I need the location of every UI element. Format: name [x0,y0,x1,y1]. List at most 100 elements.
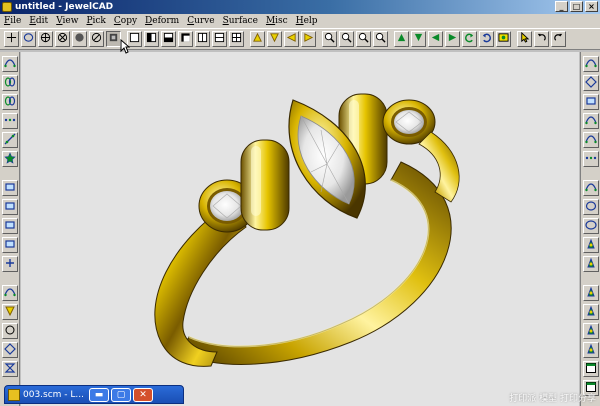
arrow-left-green-button[interactable] [428,31,443,47]
redo-icon [553,32,564,46]
split-horizontal-button[interactable] [212,31,227,47]
shape-d-tool[interactable] [583,304,599,320]
window-tool[interactable] [583,361,599,377]
circle-tool[interactable] [583,199,599,215]
menu-help[interactable]: Help [292,16,322,26]
minimized-close-button[interactable]: ✕ [133,387,153,402]
star-tool-tool[interactable] [2,151,18,167]
shape-b-tool[interactable] [583,256,599,272]
zoom-in-button[interactable] [322,31,337,47]
watermark: 打印派 模型 打印分享 [509,394,596,404]
close-button[interactable]: × [585,1,598,12]
wave-tool[interactable] [583,56,599,72]
rect-wide-icon [4,219,16,234]
hourglass-tool[interactable] [2,361,18,377]
bezier-tool[interactable] [583,113,599,129]
dots-tool-tool[interactable] [2,113,18,129]
menu-misc[interactable]: Misc [262,16,292,26]
slashed-circle-icon [91,32,102,46]
diamond-tool[interactable] [2,342,18,358]
triangle-up-green-button[interactable] [394,31,409,47]
shape-e-icon [585,324,597,339]
rotate-left-button[interactable] [462,31,477,47]
view-half-button[interactable] [144,31,159,47]
triangle-down-green-button[interactable] [411,31,426,47]
split-vertical-button[interactable] [195,31,210,47]
rect-wide-tool[interactable] [2,218,18,234]
ellipse-tool[interactable] [583,218,599,234]
menu-edit[interactable]: Edit [25,16,52,26]
shape-a-tool[interactable] [583,237,599,253]
curve-arc-icon [585,133,597,148]
minimized-document-window[interactable]: 003.scm - L... ▬ ▢ ✕ [4,385,184,404]
triangle-up-green-icon [396,32,407,46]
arc-tool[interactable] [2,285,18,301]
menu-deform[interactable]: Deform [141,16,183,26]
arc-icon [4,286,16,301]
view-corner-button[interactable] [178,31,193,47]
curve-diamond-icon [585,75,597,91]
split-horizontal-icon [214,32,225,46]
circle-button[interactable] [21,31,36,47]
dotted-line-tool[interactable] [583,151,599,167]
maximize-button[interactable]: □ [570,1,583,12]
curve-arc-tool[interactable] [583,132,599,148]
curve-diamond-tool[interactable] [583,75,599,91]
square-dots-icon [585,95,597,110]
rotate-right-button[interactable] [479,31,494,47]
slashed-circle-button[interactable] [89,31,104,47]
crosshair-button[interactable] [4,31,19,47]
shape-f-tool[interactable] [583,342,599,358]
minimize-button[interactable]: _ [555,1,568,12]
triangle-up-icon [252,32,263,46]
arrow-right-green-button[interactable] [445,31,460,47]
triangle-down-tool[interactable] [2,304,18,320]
grid-button[interactable] [229,31,244,47]
arrow-left-green-icon [430,32,441,46]
squiggle-tool[interactable] [583,180,599,196]
menu-copy[interactable]: Copy [110,16,141,26]
menu-file[interactable]: File [0,16,25,26]
3d-viewport[interactable] [21,52,579,406]
menu-view[interactable]: View [52,16,82,26]
arrow-right-button[interactable] [301,31,316,47]
triangle-up-button[interactable] [250,31,265,47]
chain-tool-tool[interactable] [2,94,18,110]
zoom-window-button[interactable] [356,31,371,47]
menu-pick[interactable]: Pick [82,16,109,26]
menu-curve[interactable]: Curve [183,16,218,26]
rect-tall-tool[interactable] [2,237,18,253]
shape-c-tool[interactable] [583,285,599,301]
diagonal-tool-tool[interactable] [2,132,18,148]
dotted-line-icon [585,152,597,167]
select-pointer-button[interactable] [517,31,532,47]
arrow-left-button[interactable] [284,31,299,47]
rect-select-tool[interactable] [2,180,18,196]
circle-cross-icon [57,32,68,46]
render-mode-button[interactable] [106,31,121,47]
triangle-outline-tool[interactable] [2,323,18,339]
restore-maximize-button[interactable]: ▢ [111,387,131,402]
filled-circle-button[interactable] [72,31,87,47]
redo-button[interactable] [551,31,566,47]
spring-tool-tool[interactable] [2,75,18,91]
square-dots-tool[interactable] [583,94,599,110]
undo-button[interactable] [534,31,549,47]
shape-e-tool[interactable] [583,323,599,339]
scene-button[interactable] [496,31,511,47]
plus-tool-tool[interactable] [2,256,18,272]
zoom-out-button[interactable] [339,31,354,47]
view-bottom-button[interactable] [161,31,176,47]
target-button[interactable] [38,31,53,47]
undo-icon [536,32,547,46]
square-icon [4,200,16,215]
menu-surface[interactable]: Surface [219,16,262,26]
curve-tool-tool[interactable] [2,56,18,72]
circle-cross-button[interactable] [55,31,70,47]
ellipse-icon [585,219,597,234]
restore-minimize-button[interactable]: ▬ [89,387,109,402]
triangle-down-button[interactable] [267,31,282,47]
zoom-fit-button[interactable] [373,31,388,47]
square-tool[interactable] [2,199,18,215]
left-capsule [240,139,290,231]
